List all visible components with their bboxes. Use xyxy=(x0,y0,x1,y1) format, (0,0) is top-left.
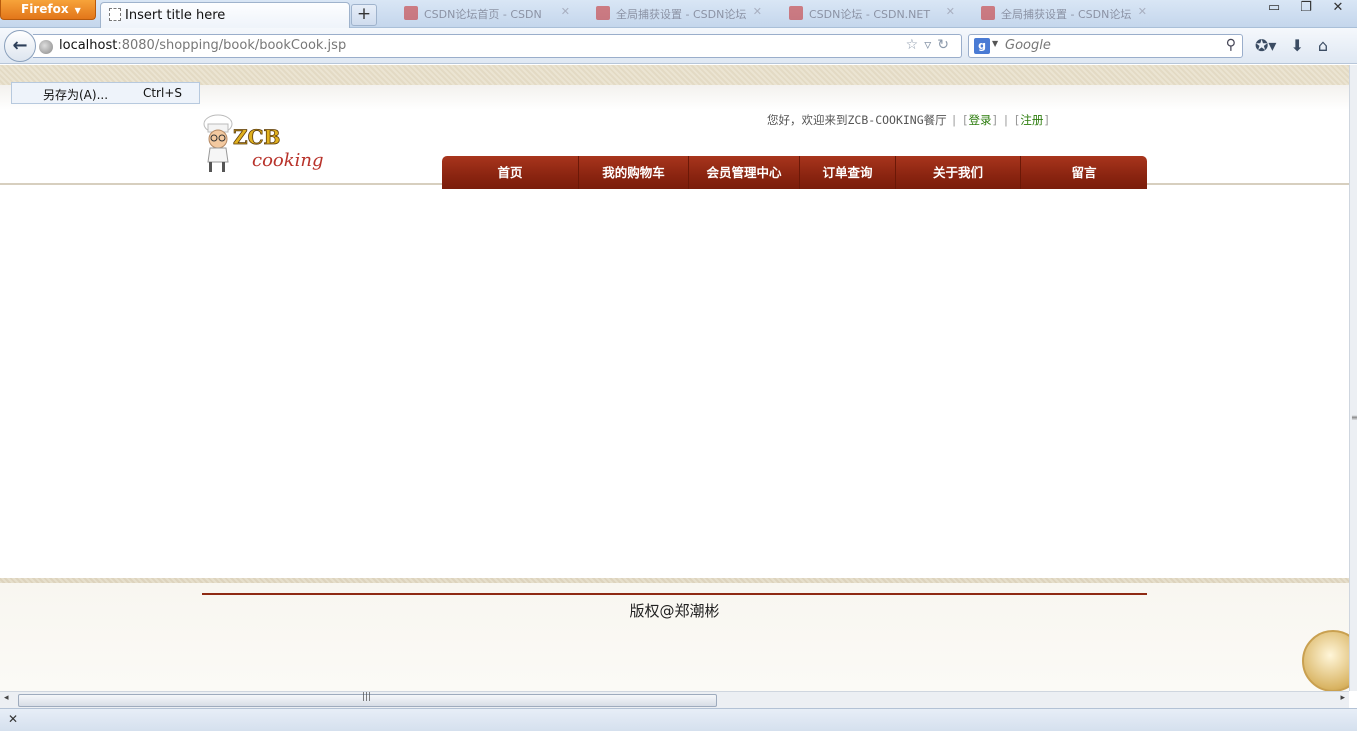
close-icon[interactable]: ✕ xyxy=(946,5,955,18)
header-background xyxy=(0,85,1349,110)
background-tab[interactable]: CSDN论坛首页 - CSDN ✕ xyxy=(398,3,578,23)
status-bar: ✕ xyxy=(0,708,1357,731)
page-top-band xyxy=(0,65,1349,85)
separator: | xyxy=(950,113,958,127)
scroll-left-icon[interactable]: ◂ xyxy=(4,693,9,703)
background-tab-title: 全局捕获设置 - CSDN论坛 xyxy=(1001,8,1132,21)
new-tab-button[interactable]: + xyxy=(351,4,377,26)
back-arrow-icon: ← xyxy=(12,35,28,56)
downloads-icon[interactable]: ⬇ xyxy=(1290,36,1303,55)
scroll-thumb[interactable]: ||| xyxy=(18,692,717,707)
search-placeholder: Google xyxy=(1005,38,1051,53)
close-icon[interactable]: ✕ xyxy=(753,5,762,18)
bracket: ] xyxy=(991,113,999,127)
close-icon[interactable]: ✕ xyxy=(561,5,570,18)
chef-logo-icon: ZCB cooking xyxy=(203,114,324,172)
bookmarks-icon[interactable]: ✪▾ xyxy=(1255,36,1276,55)
footer-divider xyxy=(202,593,1147,595)
reload-icon[interactable]: ↻ xyxy=(937,37,955,53)
favicon-icon xyxy=(596,6,610,20)
bookmark-star-icon[interactable]: ☆ xyxy=(906,37,925,53)
separator: | xyxy=(1002,113,1010,127)
vertical-scrollbar[interactable]: ≡ xyxy=(1349,65,1357,691)
browser-titlebar: Firefox ▼ Insert title here + CSDN论坛首页 - … xyxy=(0,0,1357,29)
main-nav: 首页 我的购物车 会员管理中心 订单查询 关于我们 留言 xyxy=(442,156,1147,189)
nav-item-about[interactable]: 关于我们 xyxy=(896,156,1021,189)
tab-title: Insert title here xyxy=(125,8,226,23)
history-dropdown-icon[interactable]: ▿ xyxy=(924,37,937,53)
close-icon[interactable]: ✕ xyxy=(8,712,18,726)
context-menu-shortcut: Ctrl+S xyxy=(142,86,182,100)
firefox-menu-label: Firefox xyxy=(21,2,69,16)
copyright-text: 版权@郑潮彬 xyxy=(629,602,720,620)
url-host: localhost xyxy=(59,38,118,53)
nav-item-home[interactable]: 首页 xyxy=(442,156,579,189)
login-link[interactable]: 登录 xyxy=(969,113,992,127)
minimize-icon[interactable]: ▭ xyxy=(1263,0,1285,18)
nav-item-member-center[interactable]: 会员管理中心 xyxy=(689,156,800,189)
background-tab[interactable]: 全局捕获设置 - CSDN论坛 ✕ xyxy=(590,3,770,23)
site-logo[interactable]: ZCB cooking xyxy=(200,112,325,176)
close-icon[interactable]: ✕ xyxy=(1138,5,1147,18)
favicon-icon xyxy=(789,6,803,20)
context-menu-save-as[interactable]: 另存为(A)... Ctrl+S xyxy=(11,82,200,104)
context-menu-label: 另存为(A)... xyxy=(43,88,109,102)
search-icon[interactable]: ⚲ xyxy=(1226,37,1236,53)
scroll-grip-icon: ≡ xyxy=(1351,413,1357,422)
scroll-right-icon[interactable]: ▸ xyxy=(1340,693,1345,703)
browser-navigation-bar: localhost:8080/shopping/book/bookCook.js… xyxy=(0,28,1357,64)
google-icon[interactable]: g xyxy=(974,38,990,54)
background-tab-title: CSDN论坛首页 - CSDN xyxy=(424,8,542,21)
nav-item-orders[interactable]: 订单查询 xyxy=(800,156,896,189)
logo-subtext: cooking xyxy=(252,150,324,171)
tab-active[interactable]: Insert title here xyxy=(100,2,350,29)
chevron-down-icon: ▼ xyxy=(74,6,81,15)
nav-item-cart[interactable]: 我的购物车 xyxy=(579,156,689,189)
nav-item-message[interactable]: 留言 xyxy=(1021,156,1147,189)
bracket: [ xyxy=(961,113,969,127)
welcome-text: 您好，欢迎来到ZCB-COOKING餐厅 xyxy=(767,113,947,127)
url-actions: ☆▿↻ xyxy=(906,37,955,53)
home-icon[interactable]: ⌂ xyxy=(1318,36,1328,55)
scroll-grip-icon: ||| xyxy=(362,692,372,702)
background-tab[interactable]: CSDN论坛 - CSDN.NET ✕ xyxy=(783,3,963,23)
bracket: ] xyxy=(1043,113,1051,127)
background-tab[interactable]: 全局捕获设置 - CSDN论坛 ✕ xyxy=(975,3,1155,23)
welcome-bar: 您好，欢迎来到ZCB-COOKING餐厅 | [登录] | [注册] xyxy=(767,112,1050,128)
close-window-icon[interactable]: ✕ xyxy=(1327,0,1349,18)
register-link[interactable]: 注册 xyxy=(1020,113,1043,127)
url-path: :8080/shopping/book/bookCook.jsp xyxy=(117,38,347,53)
background-tab-title: CSDN论坛 - CSDN.NET xyxy=(809,8,931,21)
favicon-icon xyxy=(404,6,418,20)
toolbar-icons: ✪▾ ⬇ ⌂ xyxy=(1255,36,1342,55)
globe-icon xyxy=(39,40,53,54)
address-bar[interactable]: localhost:8080/shopping/book/bookCook.js… xyxy=(33,34,962,58)
page-icon xyxy=(109,8,121,21)
restore-icon[interactable]: ❐ xyxy=(1295,0,1317,18)
logo-text: ZCB xyxy=(233,125,280,149)
chevron-down-icon[interactable]: ▼ xyxy=(992,39,998,48)
firefox-menu-button[interactable]: Firefox ▼ xyxy=(0,0,96,20)
background-tab-title: 全局捕获设置 - CSDN论坛 xyxy=(616,8,747,21)
favicon-icon xyxy=(981,6,995,20)
window-controls: ▭ ❐ ✕ xyxy=(1253,0,1349,18)
footer-stripe xyxy=(0,578,1349,583)
horizontal-scrollbar[interactable]: ◂ ||| ▸ xyxy=(0,691,1349,708)
search-input[interactable]: g ▼ Google ⚲ xyxy=(968,34,1243,58)
back-button[interactable]: ← xyxy=(4,30,36,62)
